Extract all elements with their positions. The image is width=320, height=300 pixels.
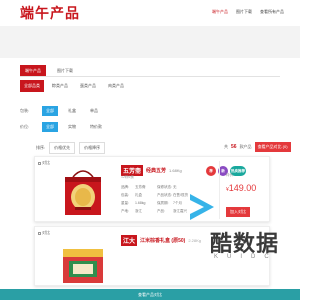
spec-key: 保修状态: xyxy=(157,185,172,189)
checkbox-icon[interactable] xyxy=(38,161,41,165)
product-image[interactable] xyxy=(55,233,111,287)
compare-label: 对比 xyxy=(42,230,50,235)
filter-price: 价位: 全部 实物 特价款 xyxy=(20,122,106,132)
spec-value: 礼盒 xyxy=(135,193,142,197)
filter-option[interactable]: 全部 xyxy=(42,122,58,132)
checkbox-icon[interactable] xyxy=(38,231,41,235)
page: 端午产品 端午产品 图片下载 查看所有产品 端午产品 图片下载 全部品类 粽类产… xyxy=(0,0,300,300)
watermark-letter: U xyxy=(227,254,232,260)
filter-option[interactable]: 全部 xyxy=(42,106,58,116)
site-logo[interactable]: 端午产品 xyxy=(20,3,80,23)
category-zongzi[interactable]: 粽类产品 xyxy=(48,80,72,92)
sort-price-asc-button[interactable]: 价格优先 xyxy=(49,142,76,154)
compare-footer-bar[interactable]: 查看产品对比 xyxy=(0,289,300,300)
spec-key: 重量: xyxy=(121,201,129,205)
watermark-letter: C xyxy=(264,254,269,260)
brand-label: 江大 xyxy=(121,235,138,246)
product-name[interactable]: 经典五芳 xyxy=(146,167,166,174)
product-count: 56 xyxy=(231,144,237,150)
product-card: 对比 五芳斋 经典五芳 1.68Kg 12粽6蛋 品牌: 五芳斋 保修状态: 无… xyxy=(34,156,270,222)
top-nav: 端午产品 图片下载 查看所有产品 xyxy=(212,9,284,15)
filter-option[interactable]: 特价款 xyxy=(86,122,106,132)
product-image[interactable] xyxy=(55,163,111,217)
site-header: 端午产品 端午产品 图片下载 查看所有产品 xyxy=(0,0,300,26)
spec-key: 产地: xyxy=(121,209,129,213)
compare-checkbox[interactable]: 对比 xyxy=(38,230,50,236)
sort-price-desc-button[interactable]: 价格降序 xyxy=(79,142,106,154)
product-weight: 1.68Kg xyxy=(169,168,182,173)
sort-row: 排序: 价格优先 价格降序 xyxy=(36,142,106,154)
count-prefix: 共 xyxy=(224,144,228,149)
divider xyxy=(20,76,280,77)
compare-checkbox[interactable]: 对比 xyxy=(38,160,50,166)
watermark-letter: D xyxy=(251,254,256,260)
product-price: ¥149.00 xyxy=(226,183,256,193)
recommend-badge: 荐 xyxy=(206,166,216,176)
filter-label: 价位: xyxy=(20,124,30,129)
sort-label: 排序: xyxy=(36,145,46,150)
spec-value: 1.68kg xyxy=(135,201,146,205)
spec-value: 无 xyxy=(173,185,177,189)
watermark-letter: I xyxy=(240,254,243,260)
spec-value: 五芳斋 xyxy=(135,185,146,189)
filter-option[interactable]: 礼盒 xyxy=(64,106,80,116)
watermark-letter: K xyxy=(214,254,219,260)
nav-dragon-boat-products[interactable]: 端午产品 xyxy=(212,9,228,15)
banner-band xyxy=(0,26,300,58)
count-suffix: 款产品 xyxy=(239,144,252,149)
category-tabs: 全部品类 粽类产品 蛋类产品 肉类产品 xyxy=(20,80,128,92)
filter-option[interactable]: 实物 xyxy=(64,122,80,132)
spec-key: 产品状态: xyxy=(157,193,172,197)
spec-key: 保质期: xyxy=(157,201,169,205)
watermark-subtext: K U I D C xyxy=(214,254,269,260)
result-summary: 共 56 款产品 查看产品对比 (0) xyxy=(224,142,291,152)
compare-products-button[interactable]: 查看产品对比 (0) xyxy=(254,142,291,152)
nav-all-products[interactable]: 查看所有产品 xyxy=(260,9,284,15)
product-title: 江大 江米棕香礼盒 (原50) 2.28Kg xyxy=(121,235,201,246)
spec-value: 浙江 xyxy=(135,209,142,213)
price-label: 特价 xyxy=(226,173,233,177)
spec-key: 包装: xyxy=(121,193,129,197)
category-all[interactable]: 全部品类 xyxy=(20,80,44,92)
spec-key: 产品: xyxy=(157,209,165,213)
add-compare-button[interactable]: 加入对比 xyxy=(226,207,250,217)
product-subtitle: 12粽6蛋 xyxy=(121,175,134,179)
watermark-play-icon xyxy=(190,194,214,220)
price-value: 149.00 xyxy=(228,183,257,193)
spec-key: 品牌: xyxy=(121,185,129,189)
filter-label: 包装: xyxy=(20,108,30,113)
compare-label: 对比 xyxy=(42,160,50,165)
product-specs: 品牌: 五芳斋 保修状态: 无 包装: 礼盒 产品状态: 在售/现货 重量: 1… xyxy=(121,185,195,214)
filter-packaging: 包装: 全部 礼盒 单品 xyxy=(20,106,102,116)
nav-image-download[interactable]: 图片下载 xyxy=(236,9,252,15)
category-meat[interactable]: 肉类产品 xyxy=(104,80,128,92)
product-weight: 2.28Kg xyxy=(188,238,201,243)
product-name[interactable]: 江米棕香礼盒 (原50) xyxy=(140,237,185,244)
price-panel: 特价 ¥149.00 加入对比 xyxy=(219,161,267,219)
filter-option[interactable]: 单品 xyxy=(86,106,102,116)
category-eggs[interactable]: 蛋类产品 xyxy=(76,80,100,92)
